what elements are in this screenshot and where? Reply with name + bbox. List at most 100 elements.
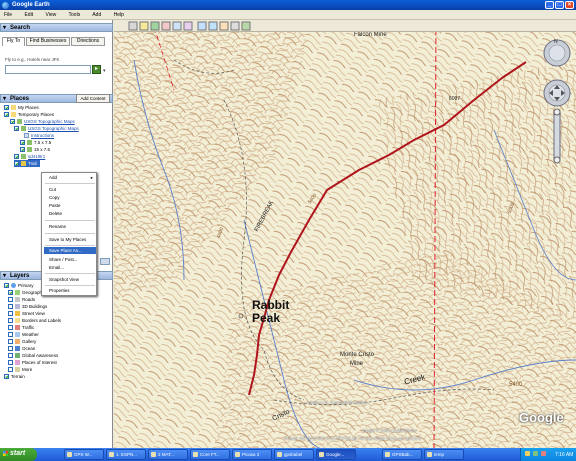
menu-view[interactable]: View xyxy=(45,12,56,18)
maximize-button[interactable]: □ xyxy=(555,1,564,9)
checkbox[interactable] xyxy=(8,304,13,310)
task-google-earth[interactable]: Google... xyxy=(316,449,356,460)
layers-item-primary[interactable]: Primary xyxy=(4,282,34,289)
checkbox[interactable] xyxy=(20,147,25,153)
layers-item-geographic[interactable]: Geographic xyxy=(8,289,45,296)
menu-file[interactable]: File xyxy=(4,12,12,18)
ctx-paste[interactable]: Paste xyxy=(44,202,96,209)
checkbox[interactable] xyxy=(14,126,19,132)
search-panel-header[interactable]: Search xyxy=(0,23,113,32)
ctx-save-to-my-places[interactable]: Save to My Places xyxy=(44,236,96,243)
checkbox[interactable] xyxy=(8,339,13,345)
map-view[interactable]: N © www.historicmapworks.com Rabbit Peak… xyxy=(114,20,576,448)
layers-item-roads[interactable]: Roads xyxy=(8,296,35,303)
menu-help[interactable]: Help xyxy=(114,12,124,18)
task-picasa[interactable]: Picasa 3 xyxy=(232,449,272,460)
places-item-sd41[interactable]: sd41l9r1 xyxy=(14,153,45,160)
overlay-icon[interactable] xyxy=(172,21,182,31)
ctx-rename[interactable]: Rename xyxy=(44,223,96,230)
task-mat[interactable]: 2 MAT... xyxy=(148,449,188,460)
menu-tools[interactable]: Tools xyxy=(69,12,81,18)
layers-item-borders[interactable]: Borders and Labels xyxy=(8,317,61,324)
ruler-icon[interactable] xyxy=(208,21,218,31)
checkbox[interactable] xyxy=(20,140,25,146)
ctx-share-post[interactable]: Share / Post... xyxy=(44,256,96,263)
topo-map[interactable]: N xyxy=(114,20,576,448)
task-temp[interactable]: temp xyxy=(424,449,464,460)
ctx-email[interactable]: Email... xyxy=(44,264,96,271)
checkbox[interactable] xyxy=(4,374,9,380)
checkbox[interactable] xyxy=(8,353,13,359)
places-item-trail[interactable]: Trail xyxy=(14,160,40,167)
clock[interactable]: 7:16 AM xyxy=(555,452,573,458)
layers-item-weather[interactable]: Weather xyxy=(8,331,39,338)
path-icon[interactable] xyxy=(161,21,171,31)
layers-item-terrain[interactable]: Terrain xyxy=(4,373,25,380)
menu-edit[interactable]: Edit xyxy=(24,12,33,18)
layers-item-more[interactable]: More xyxy=(8,366,32,373)
tray-icon[interactable] xyxy=(533,451,538,456)
add-content-button[interactable]: Add Content xyxy=(76,94,110,103)
tab-fly-to[interactable]: Fly To xyxy=(2,37,25,46)
places-item-usgs-2[interactable]: USGS Topographic Maps xyxy=(14,125,79,132)
placemark-icon[interactable] xyxy=(139,21,149,31)
task-espn[interactable]: 1. ESPN... xyxy=(106,449,146,460)
layers-item-3d-buildings[interactable]: 3D Buildings xyxy=(8,303,47,310)
tab-directions[interactable]: Directions xyxy=(71,37,105,46)
layers-item-traffic[interactable]: Traffic xyxy=(8,324,34,331)
places-item-7-5[interactable]: 7.5 x 7.5 xyxy=(20,139,51,146)
task-gpsbabel[interactable]: gpsbabel xyxy=(274,449,314,460)
ctx-save-place-as[interactable]: Save Place As... xyxy=(44,247,96,254)
ctx-cut[interactable]: Cut xyxy=(44,186,96,193)
layers-item-places-of-interest[interactable]: Places of Interest xyxy=(8,359,57,366)
checkbox[interactable] xyxy=(4,283,9,289)
task-gpsbab[interactable]: GPSBab... xyxy=(382,449,422,460)
search-go-icon[interactable]: ▸ xyxy=(92,65,101,74)
checkbox[interactable] xyxy=(10,119,15,125)
checkbox[interactable] xyxy=(14,161,19,167)
minimize-button[interactable]: _ xyxy=(545,1,554,9)
checkbox[interactable] xyxy=(4,112,9,118)
polygon-icon[interactable] xyxy=(150,21,160,31)
tray-icon[interactable] xyxy=(541,451,546,456)
checkbox[interactable] xyxy=(8,290,13,296)
checkbox[interactable] xyxy=(8,367,13,373)
fly-to-input[interactable] xyxy=(5,65,91,74)
task-core-ft[interactable]: Core FT... xyxy=(190,449,230,460)
sky-icon[interactable] xyxy=(197,21,207,31)
checkbox[interactable] xyxy=(8,332,13,338)
places-item-temporary[interactable]: Temporary Places xyxy=(4,111,54,118)
sidebar-toggle-icon[interactable] xyxy=(128,21,138,31)
ctx-add[interactable]: Add ▸ xyxy=(44,174,96,181)
tour-icon[interactable] xyxy=(183,21,193,31)
tray-icon[interactable] xyxy=(525,451,530,456)
layers-item-gallery[interactable]: Gallery xyxy=(8,338,36,345)
tab-find-businesses[interactable]: Find Businesses xyxy=(26,37,70,46)
start-button[interactable]: start xyxy=(0,448,37,461)
checkbox[interactable] xyxy=(14,154,19,160)
layers-item-street-view[interactable]: Street View xyxy=(8,310,45,317)
checkbox[interactable] xyxy=(4,105,9,111)
layers-item-ocean[interactable]: Ocean xyxy=(8,345,35,352)
checkbox[interactable] xyxy=(8,297,13,303)
checkbox[interactable] xyxy=(8,318,13,324)
ctx-copy[interactable]: Copy xyxy=(44,194,96,201)
places-item-instructions[interactable]: Instructions xyxy=(24,132,54,139)
maps-icon[interactable] xyxy=(241,21,251,31)
checkbox[interactable] xyxy=(8,360,13,366)
checkbox[interactable] xyxy=(8,311,13,317)
ctx-snapshot-view[interactable]: Snapshot View xyxy=(44,276,96,283)
chevron-down-icon[interactable]: ▾ xyxy=(103,68,109,74)
close-button[interactable]: × xyxy=(565,1,574,9)
print-icon[interactable] xyxy=(230,21,240,31)
layers-item-global-awareness[interactable]: Global Awareness xyxy=(8,352,58,359)
places-item-usgs-1[interactable]: USGS Topographic Maps xyxy=(10,118,75,125)
task-gps-w[interactable]: GPS W... xyxy=(64,449,104,460)
places-item-15x7-5[interactable]: 15 x 7.5 xyxy=(20,146,50,153)
email-icon[interactable] xyxy=(219,21,229,31)
panel-options-icon[interactable] xyxy=(100,258,110,265)
places-item-my-places[interactable]: My Places xyxy=(4,104,39,111)
ctx-properties[interactable]: Properties xyxy=(44,287,96,294)
checkbox[interactable] xyxy=(8,325,13,331)
checkbox[interactable] xyxy=(8,346,13,352)
